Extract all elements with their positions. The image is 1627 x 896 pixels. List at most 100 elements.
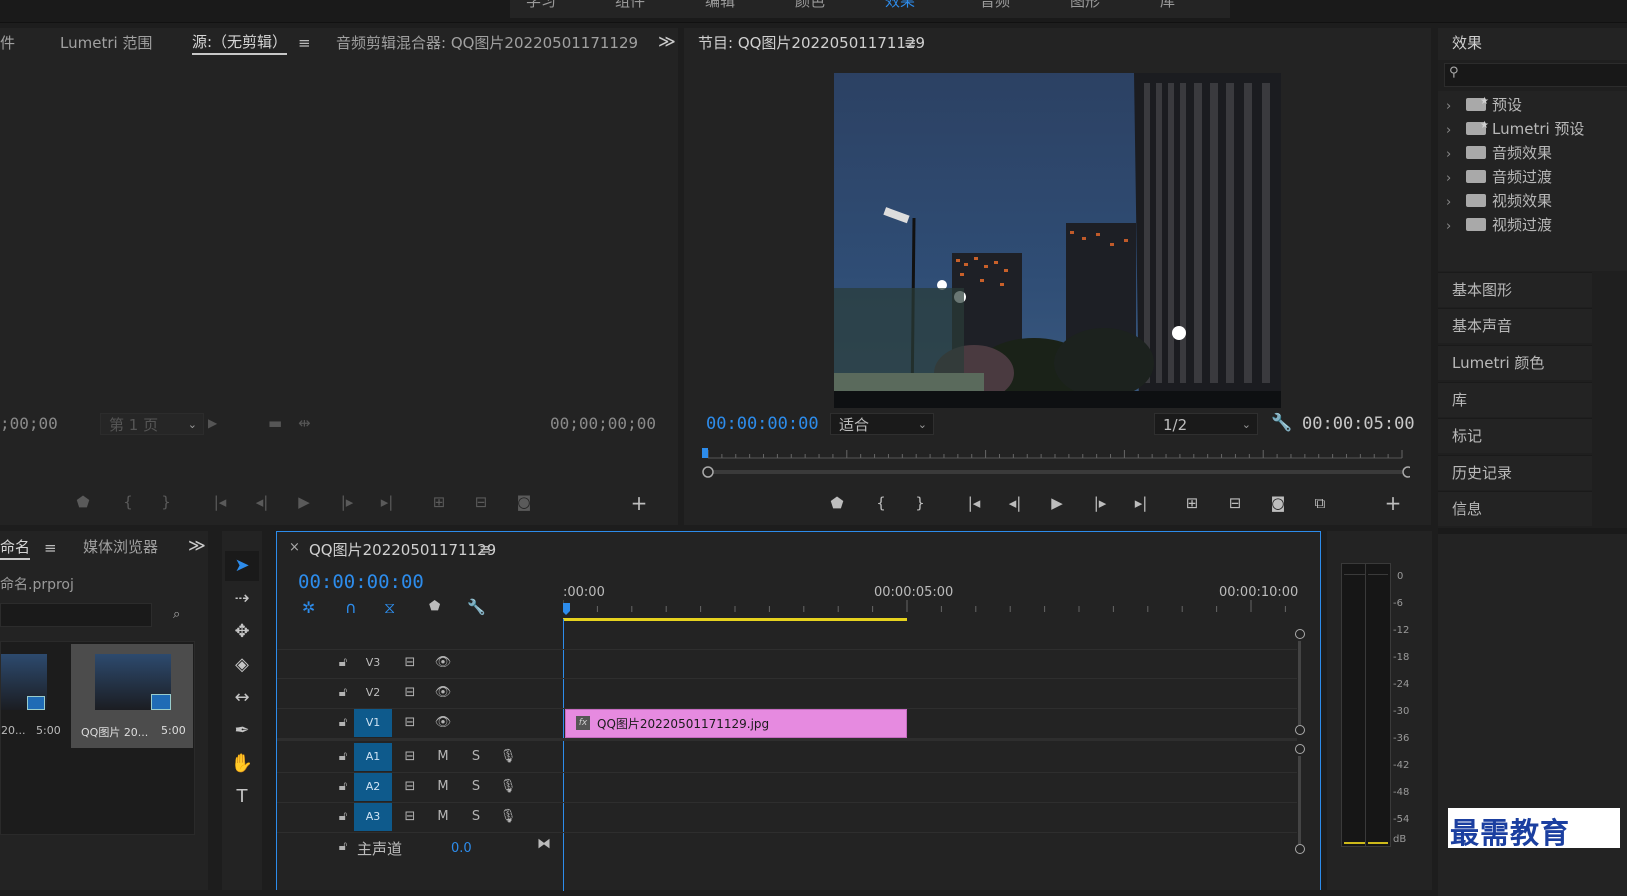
mark-out-icon[interactable]: }: [907, 490, 933, 516]
insert-icon[interactable]: ⊞: [426, 489, 452, 515]
mark-out-icon[interactable]: }: [153, 489, 179, 515]
workspace-tab[interactable]: 组件: [615, 0, 645, 11]
tab-audio-clip-mixer[interactable]: 音频剪辑混合器: QQ图片20220501171129: [336, 32, 638, 54]
lock-icon[interactable]: 🔓︎: [334, 743, 352, 771]
tab-project-partial[interactable]: 件: [0, 32, 15, 54]
project-search-field[interactable]: [0, 603, 152, 627]
program-current-timecode[interactable]: 00:00:00:00: [706, 414, 819, 434]
mute-button[interactable]: M: [434, 803, 452, 831]
mark-in-icon[interactable]: {: [115, 489, 141, 515]
effects-folder-video-effects[interactable]: › 视频效果: [1446, 189, 1552, 213]
add-button-icon[interactable]: +: [1380, 490, 1406, 516]
compare-icon[interactable]: ⧉: [1307, 490, 1333, 516]
effects-folder-video-transitions[interactable]: › 视频过渡: [1446, 213, 1552, 237]
overwrite-icon[interactable]: ⊟: [468, 489, 494, 515]
step-back-icon[interactable]: ◂|: [1002, 490, 1028, 516]
lock-icon[interactable]: 🔓︎: [334, 709, 352, 737]
master-volume-value[interactable]: 0.0: [451, 841, 472, 856]
step-forward-icon[interactable]: |▸: [1087, 490, 1113, 516]
sync-lock-icon[interactable]: ⊟: [401, 709, 419, 737]
play-icon[interactable]: ▶: [1044, 490, 1070, 516]
section-info[interactable]: 信息: [1438, 491, 1592, 526]
selection-tool-icon[interactable]: ➤: [225, 551, 259, 581]
microphone-icon[interactable]: 🎙︎: [499, 743, 517, 771]
sync-lock-icon[interactable]: ⊟: [401, 679, 419, 707]
hand-tool-icon[interactable]: ✋: [225, 749, 259, 779]
mute-button[interactable]: M: [434, 743, 452, 771]
find-icon[interactable]: ⌕: [173, 607, 180, 622]
wrench-icon[interactable]: 🔧: [1271, 413, 1292, 433]
tab-project[interactable]: 命名: [0, 536, 31, 560]
camera-icon[interactable]: ◙: [511, 489, 537, 515]
mute-button[interactable]: M: [434, 773, 452, 801]
step-back-icon[interactable]: ◂|: [249, 489, 275, 515]
section-history[interactable]: 历史记录: [1438, 455, 1592, 490]
add-button-icon[interactable]: +: [626, 490, 652, 516]
timeline-clip[interactable]: fx QQ图片20220501171129.jpg: [565, 709, 907, 738]
section-markers[interactable]: 标记: [1438, 418, 1592, 453]
go-to-end-icon[interactable]: ⧓: [537, 836, 551, 852]
effects-folder-lumetri-presets[interactable]: ›Lumetri 预设: [1446, 114, 1584, 141]
timeline-timecode[interactable]: 00:00:00:00: [298, 571, 424, 593]
workspace-tab[interactable]: 学习: [526, 0, 556, 11]
overflow-icon[interactable]: ≫: [188, 536, 206, 556]
tab-source[interactable]: 源:（无剪辑）: [192, 31, 288, 55]
overflow-icon[interactable]: ≫: [658, 32, 676, 52]
fit-select[interactable]: 适合 ⌄: [830, 413, 934, 435]
timeline-settings-wrench-icon[interactable]: 🔧: [467, 598, 486, 616]
go-to-in-icon[interactable]: |◂: [207, 489, 233, 515]
timeline-ruler[interactable]: :00:00 00:00:05:00 00:00:10:00: [563, 584, 1298, 624]
marker-icon[interactable]: ⬟: [70, 489, 96, 515]
sequence-tab[interactable]: QQ图片20220501171129: [309, 539, 496, 560]
linked-selection-icon[interactable]: ⧖: [384, 598, 395, 618]
audio-scrollbar[interactable]: [1295, 744, 1305, 854]
lock-icon[interactable]: 🔓︎: [334, 679, 352, 707]
scroll-handle-top[interactable]: [1295, 629, 1305, 639]
tab-media-browser[interactable]: 媒体浏览器: [83, 536, 158, 558]
tab-lumetri-scopes[interactable]: Lumetri 范围: [60, 32, 152, 54]
video-scrollbar[interactable]: [1295, 629, 1305, 735]
track-label[interactable]: A2: [354, 773, 392, 801]
scroll-handle-top[interactable]: [1295, 744, 1305, 754]
effects-search[interactable]: ⚲: [1444, 63, 1627, 87]
resolution-select[interactable]: 1/2 ⌄: [1154, 413, 1258, 435]
effects-folder-audio-transitions[interactable]: › 音频过渡: [1446, 165, 1552, 189]
solo-button[interactable]: S: [467, 773, 485, 801]
search-input[interactable]: [1467, 65, 1621, 85]
microphone-icon[interactable]: 🎙︎: [499, 773, 517, 801]
slip-tool-icon[interactable]: ↔: [225, 683, 259, 713]
go-to-in-icon[interactable]: |◂: [961, 490, 987, 516]
ripple-edit-tool-icon[interactable]: ✥: [225, 617, 259, 647]
sync-lock-icon[interactable]: ⊟: [401, 649, 419, 677]
project-item-selected[interactable]: QQ图片 20... 5:00: [71, 644, 193, 748]
program-time-ruler[interactable]: [702, 446, 1414, 478]
go-to-out-icon[interactable]: ▸|: [374, 489, 400, 515]
go-to-out-icon[interactable]: ▸|: [1128, 490, 1154, 516]
extract-icon[interactable]: ⊟: [1222, 490, 1248, 516]
section-essential-graphics[interactable]: 基本图形: [1438, 272, 1592, 307]
workspace-tab[interactable]: 颜色: [795, 0, 825, 11]
microphone-icon[interactable]: 🎙︎: [499, 803, 517, 831]
workspace-tab[interactable]: 图形: [1070, 0, 1100, 11]
track-label[interactable]: V2: [354, 679, 392, 707]
scroll-handle-bottom[interactable]: [1295, 725, 1305, 735]
sync-lock-icon[interactable]: ⊟: [401, 773, 419, 801]
solo-button[interactable]: S: [467, 743, 485, 771]
section-essential-sound[interactable]: 基本声音: [1438, 308, 1592, 343]
step-forward-icon[interactable]: |▸: [334, 489, 360, 515]
close-icon[interactable]: ×: [289, 540, 300, 555]
project-item[interactable]: 20... 5:00: [1, 644, 69, 748]
track-select-tool-icon[interactable]: ⇢: [225, 584, 259, 614]
effects-folder-audio-effects[interactable]: › 音频效果: [1446, 141, 1552, 165]
panel-menu-icon[interactable]: ≡: [298, 34, 311, 52]
panel-menu-icon[interactable]: ≡: [479, 540, 492, 558]
add-marker-icon[interactable]: ⬟: [429, 599, 440, 614]
track-label[interactable]: V1: [354, 709, 392, 737]
snap-magnet-icon[interactable]: ∩: [345, 598, 357, 617]
nest-toggle-icon[interactable]: ✲: [302, 598, 315, 617]
eye-icon[interactable]: 👁︎: [434, 679, 452, 707]
section-libraries[interactable]: 库: [1438, 382, 1592, 417]
lock-icon[interactable]: 🔓︎: [334, 803, 352, 831]
pen-tool-icon[interactable]: ✒: [225, 716, 259, 746]
panel-menu-icon[interactable]: ≡: [44, 539, 57, 557]
